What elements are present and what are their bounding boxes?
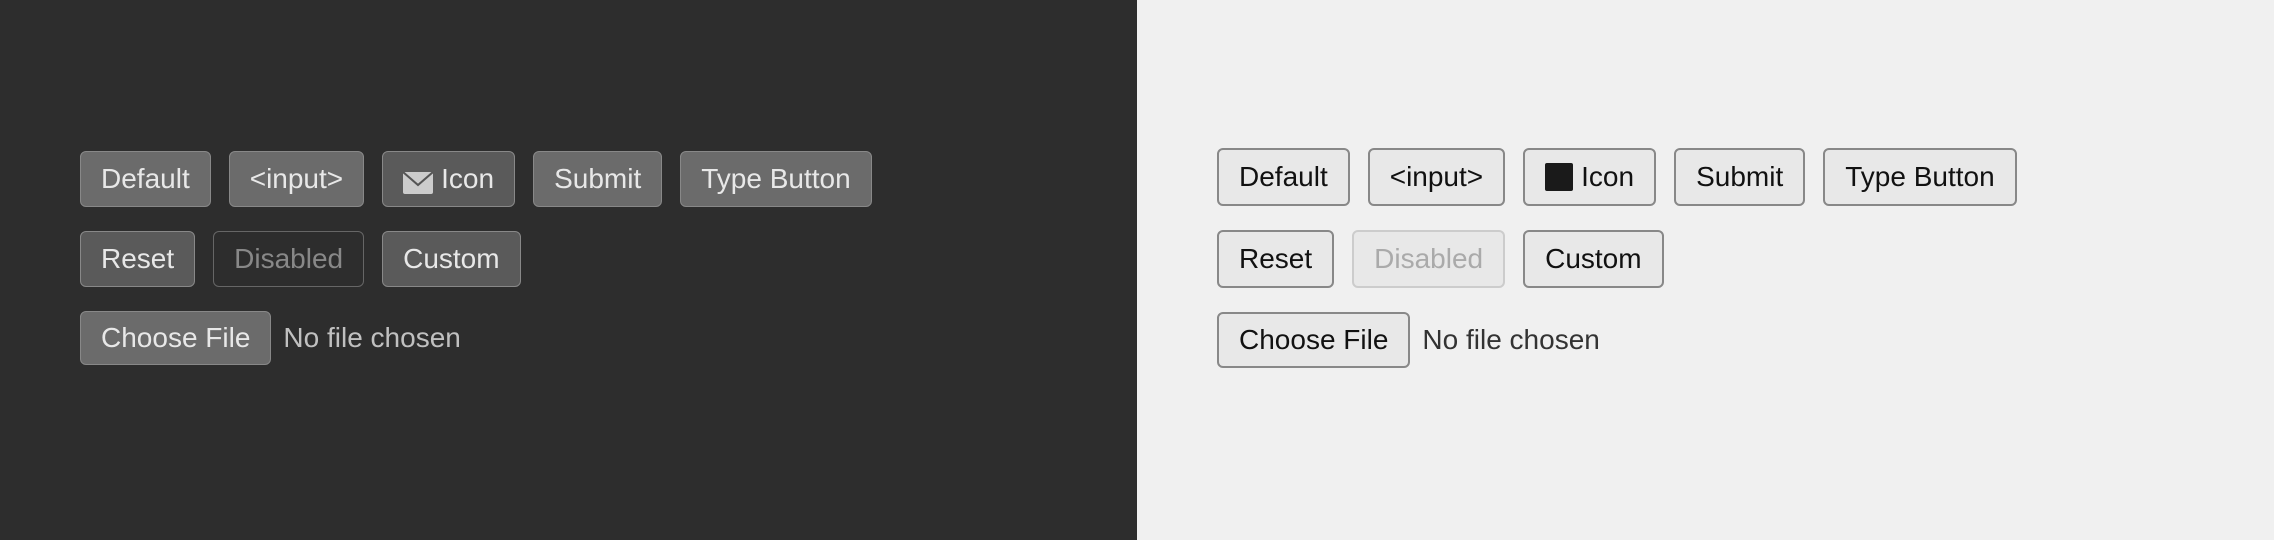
envelope-icon <box>403 168 433 190</box>
light-disabled-button: Disabled <box>1352 230 1505 288</box>
dark-row-3: Choose File No file chosen <box>80 311 1057 365</box>
light-submit-button[interactable]: Submit <box>1674 148 1805 206</box>
light-row-3: Choose File No file chosen <box>1217 312 2194 368</box>
light-icon-button[interactable]: Icon <box>1523 148 1656 206</box>
light-row-1: Default <input> Icon Submit Type Button <box>1217 148 2194 206</box>
light-default-button[interactable]: Default <box>1217 148 1350 206</box>
light-reset-button[interactable]: Reset <box>1217 230 1334 288</box>
light-custom-button[interactable]: Custom <box>1523 230 1663 288</box>
dark-icon-button-label: Icon <box>441 162 494 196</box>
dark-type-button[interactable]: Type Button <box>680 151 871 207</box>
light-choose-file-button[interactable]: Choose File <box>1217 312 1410 368</box>
light-input-button[interactable]: <input> <box>1368 148 1505 206</box>
square-icon <box>1545 163 1573 191</box>
light-row-2: Reset Disabled Custom <box>1217 230 2194 288</box>
dark-icon-button[interactable]: Icon <box>382 151 515 207</box>
light-panel: Default <input> Icon Submit Type Button … <box>1137 0 2274 540</box>
light-icon-button-label: Icon <box>1581 160 1634 194</box>
dark-row-1: Default <input> Icon Submit Type Button <box>80 151 1057 207</box>
dark-panel: Default <input> Icon Submit Type Button … <box>0 0 1137 540</box>
dark-no-file-label: No file chosen <box>283 322 460 354</box>
dark-custom-button[interactable]: Custom <box>382 231 520 287</box>
light-type-button[interactable]: Type Button <box>1823 148 2016 206</box>
dark-choose-file-button[interactable]: Choose File <box>80 311 271 365</box>
dark-submit-button[interactable]: Submit <box>533 151 662 207</box>
light-no-file-label: No file chosen <box>1422 324 1599 356</box>
dark-input-button[interactable]: <input> <box>229 151 364 207</box>
dark-disabled-button: Disabled <box>213 231 364 287</box>
dark-reset-button[interactable]: Reset <box>80 231 195 287</box>
dark-row-2: Reset Disabled Custom <box>80 231 1057 287</box>
dark-default-button[interactable]: Default <box>80 151 211 207</box>
